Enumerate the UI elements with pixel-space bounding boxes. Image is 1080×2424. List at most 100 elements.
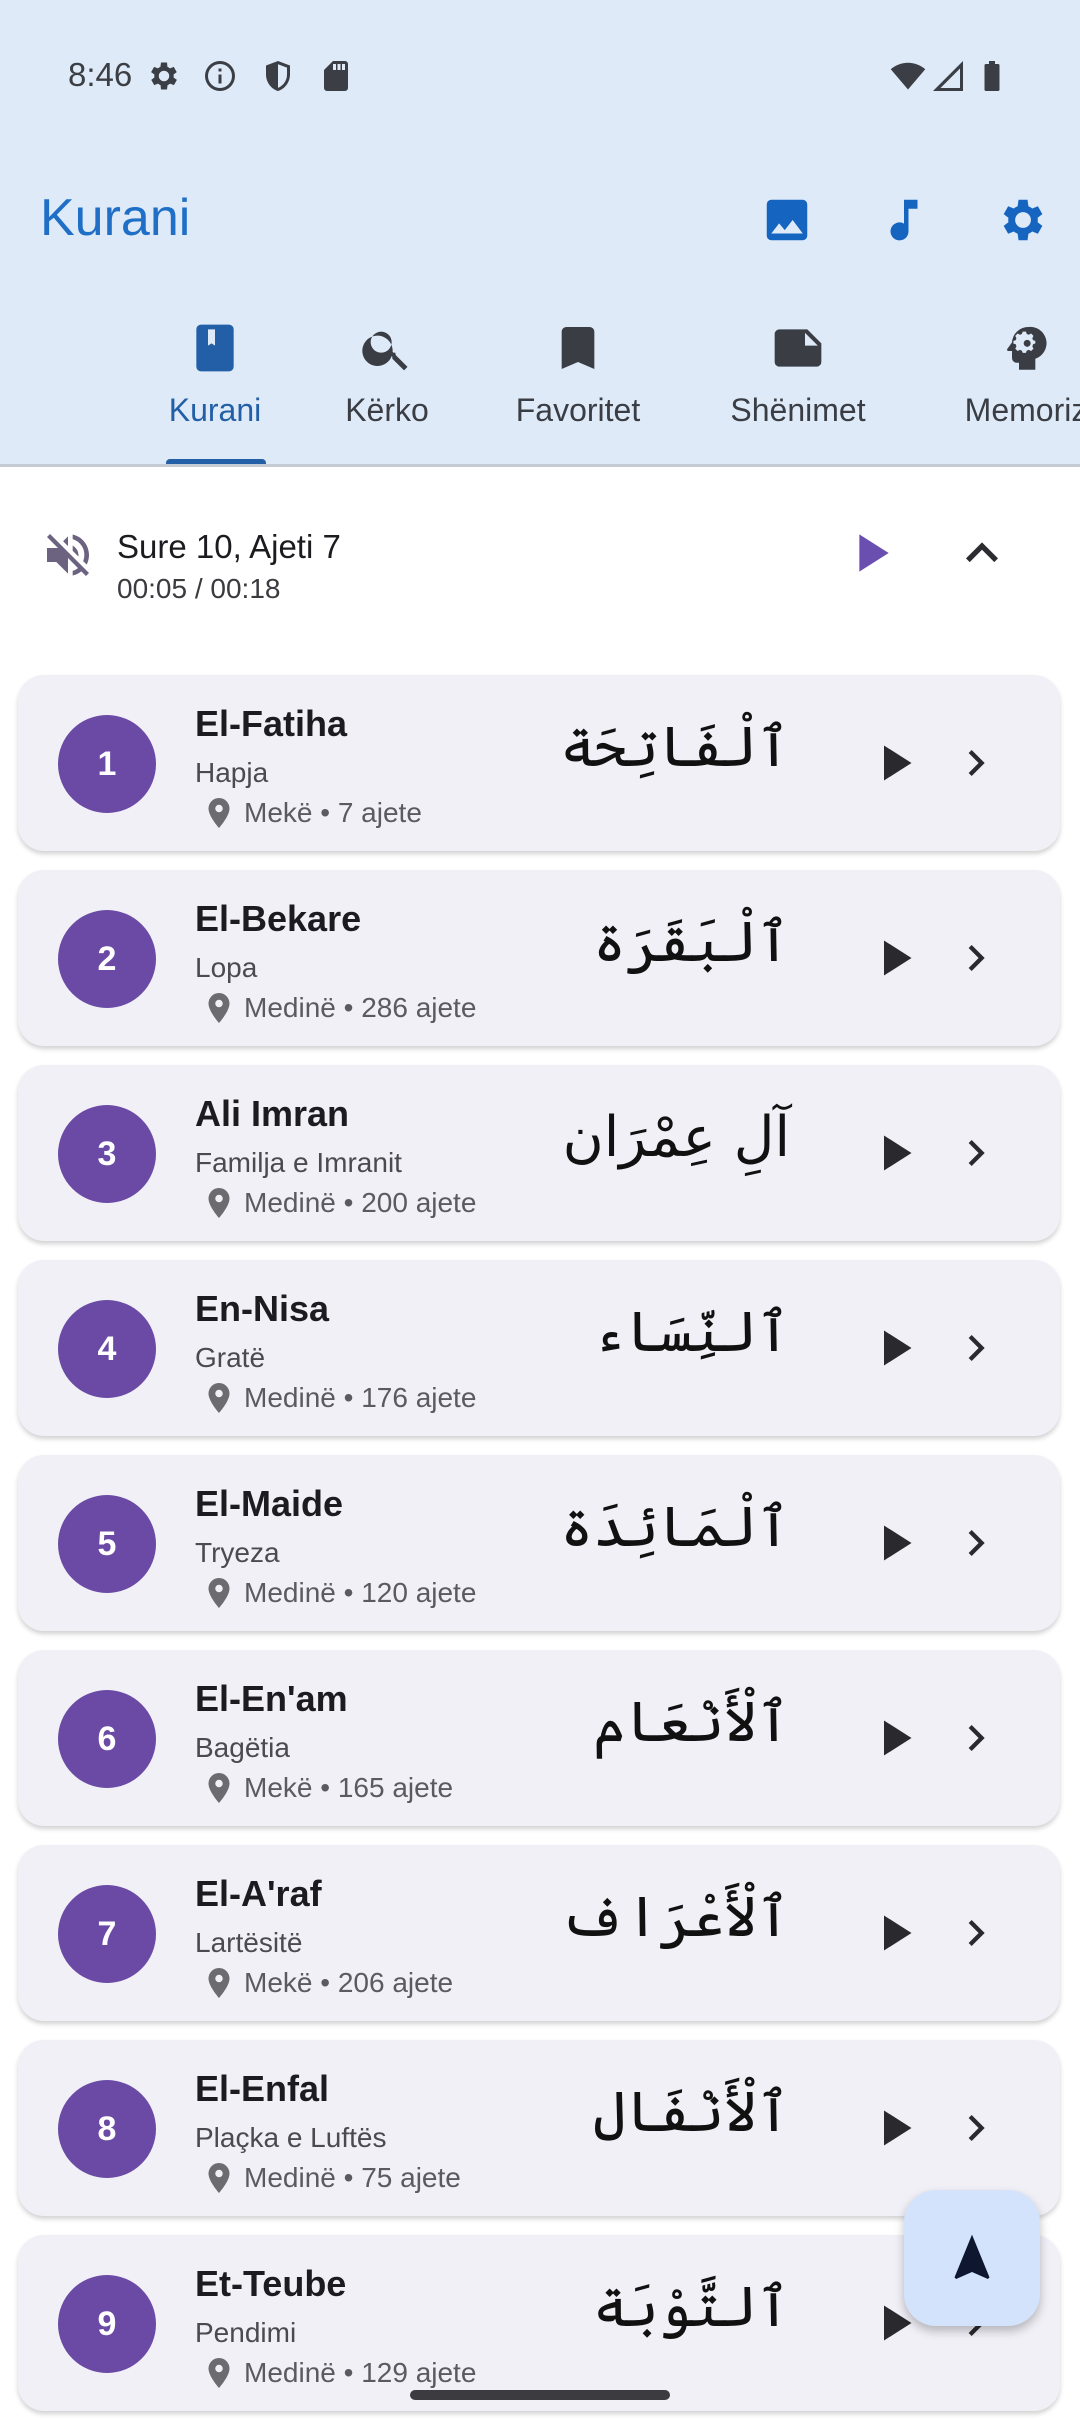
surah-number-badge: 1 [58,715,156,813]
surah-name: El-Fatiha [195,703,348,744]
play-icon[interactable] [864,1513,924,1573]
surah-card[interactable]: 2 El-Bekare Lopa Medinë • 286 ajete ٱلْبَقَر… [18,870,1060,1046]
surah-card[interactable]: 1 El-Fatiha Hapja Mekë • 7 ajete ٱلْفَاتِحَة [18,675,1060,851]
surah-meaning: Tryeza [195,1537,280,1568]
play-icon[interactable] [864,1123,924,1183]
info-icon [202,58,238,94]
surah-card[interactable]: 8 El-Enfal Plaçka e Luftës Medinë • 75 ajet… [18,2040,1060,2216]
location-pin-icon [201,1770,237,1806]
chevron-up-icon[interactable] [950,521,1014,585]
image-icon [766,199,808,241]
surah-card[interactable]: 3 Ali Imran Familja e Imranit Medinë • 200 … [18,1065,1060,1241]
surah-card[interactable]: 6 El-En'am Bagëtia Mekë • 165 ajete ٱلْأَنْع… [18,1650,1060,1826]
surah-arabic-name: ٱلْأَنْفَال [593,2080,790,2145]
surah-name: En-Nisa [195,1288,330,1329]
surah-arabic-name: آلِ عِمْرَان [562,1105,790,1170]
surah-name: Et-Teube [195,2263,347,2304]
surah-info: Medinë • 75 ajete [244,2162,461,2193]
surah-info: Medinë • 120 ajete [244,1577,477,1608]
surah-meaning: Hapja [195,757,269,788]
tab-shenimet[interactable]: Shënimet [718,310,878,467]
location-pin-icon [201,2160,237,2196]
surah-arabic-name: ٱلْبَقَرَة [593,910,790,975]
surah-meaning: Gratë [195,1342,266,1373]
surah-number-badge: 9 [58,2275,156,2373]
location-pin-icon [201,1380,237,1416]
location-pin-icon [201,2355,237,2391]
status-bar: 8:46 [0,0,1080,150]
tab-favoritet[interactable]: Favoritet [498,310,658,467]
play-icon[interactable] [838,521,902,585]
tab-kurani[interactable]: Kurani [140,310,290,467]
surah-number-badge: 3 [58,1105,156,1203]
chevron-right-icon[interactable] [950,1127,1002,1179]
surah-info: Mekë • 165 ajete [244,1772,454,1803]
surah-arabic-name: ٱلْفَاتِحَة [560,715,790,780]
surah-name: El-Maide [195,1483,344,1524]
surah-number-badge: 5 [58,1495,156,1593]
chevron-right-icon[interactable] [950,1907,1002,1959]
surah-arabic-name: ٱلْأَعْرَاف [560,1885,790,1950]
tab-label: Kurani [168,392,262,428]
bookmark-icon [550,320,606,376]
player-time: 00:05 / 00:18 [117,573,281,604]
chevron-right-icon[interactable] [950,932,1002,984]
surah-arabic-name: ٱلتَّوْبَة [593,2275,790,2340]
surah-info: Medinë • 129 ajete [244,2357,477,2388]
surah-meaning: Plaçka e Luftës [195,2122,387,2153]
play-icon[interactable] [864,928,924,988]
surah-card[interactable]: 5 El-Maide Tryeza Medinë • 120 ajete ٱلْمَائ… [18,1455,1060,1631]
play-icon[interactable] [864,1708,924,1768]
image-button[interactable] [751,184,823,256]
tab-label: Shënimet [730,392,866,428]
play-icon[interactable] [864,1903,924,1963]
surah-info: Medinë • 286 ajete [244,992,477,1023]
tab-kerko[interactable]: Kërko [312,310,462,467]
tab-label: Memoriz [964,392,1080,428]
app-title: Kurani [40,189,191,247]
surah-arabic-name: ٱلْأَنْعَام [593,1690,790,1755]
play-icon[interactable] [864,733,924,793]
tab-label: Favoritet [515,392,641,428]
chevron-right-icon[interactable] [950,1517,1002,1569]
play-icon[interactable] [864,2098,924,2158]
psychology-icon [998,320,1054,376]
book-icon [187,320,243,376]
volume-off-icon[interactable] [40,527,96,583]
surah-meaning: Familja e Imranit [195,1147,402,1178]
play-icon[interactable] [864,1318,924,1378]
chevron-right-icon[interactable] [950,1712,1002,1764]
surah-name: Ali Imran [195,1093,350,1134]
surah-info: Medinë • 200 ajete [244,1187,477,1218]
surah-info: Mekë • 206 ajete [244,1967,454,1998]
location-pin-icon [201,1575,237,1611]
location-pin-icon [201,1965,237,2001]
settings-button[interactable] [985,184,1057,256]
signal-icon [930,58,966,94]
chevron-right-icon[interactable] [950,1322,1002,1374]
home-indicator [410,2390,670,2400]
tab-bar: Kurani Kërko Favoritet Shënimet Memoriz [0,310,1080,467]
music-note-icon [890,199,918,241]
tab-memorizo[interactable]: Memoriz [946,310,1080,467]
surah-arabic-name: ٱلنِّسَاء [593,1300,790,1365]
surah-meaning: Pendimi [195,2317,297,2348]
location-pin-icon [201,795,237,831]
note-icon [770,320,826,376]
surah-number-badge: 7 [58,1885,156,1983]
chevron-right-icon[interactable] [950,2102,1002,2154]
search-icon [359,320,415,376]
chevron-right-icon[interactable] [950,737,1002,789]
tab-label: Kërko [345,392,429,428]
surah-number-badge: 4 [58,1300,156,1398]
music-button[interactable] [868,184,940,256]
surah-name: El-En'am [195,1678,348,1719]
surah-card[interactable]: 4 En-Nisa Gratë Medinë • 176 ajete ٱلنِّسَاء [18,1260,1060,1436]
surah-meaning: Bagëtia [195,1732,290,1763]
surah-number-badge: 6 [58,1690,156,1788]
shield-icon [260,58,296,94]
surah-card[interactable]: 7 El-A'raf Lartësitë Mekë • 206 ajete ٱلْأَع… [18,1845,1060,2021]
scroll-top-fab[interactable] [904,2190,1040,2326]
navigation-arrow-icon [954,2234,990,2279]
surah-name: El-Enfal [195,2068,330,2109]
